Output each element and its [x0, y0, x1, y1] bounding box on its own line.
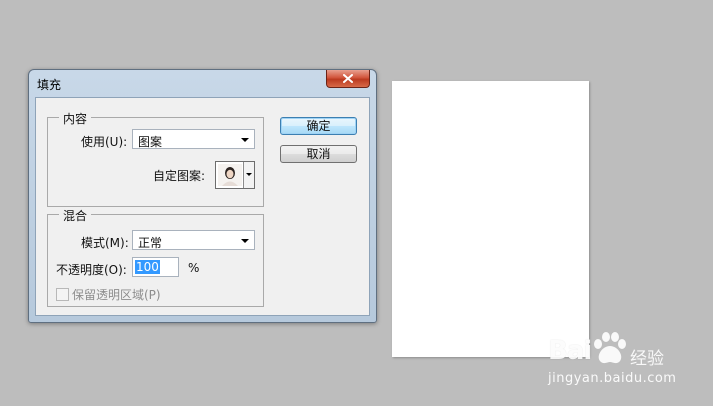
- ok-button[interactable]: 确定: [280, 117, 357, 135]
- opacity-input-value: 100: [135, 260, 160, 274]
- opacity-input[interactable]: 100: [132, 257, 179, 277]
- preserve-transparency-label: 保留透明区域(P): [72, 288, 161, 302]
- dialog-title: 填充: [37, 78, 62, 92]
- baidu-paw-icon: [594, 332, 626, 364]
- use-select-value: 图案: [138, 135, 163, 149]
- content-group: 内容 使用(U): 图案 自定图案:: [47, 110, 264, 207]
- watermark-brand-text: Bai: [548, 336, 592, 366]
- chevron-down-icon: [241, 138, 249, 142]
- use-label: 使用(U):: [81, 135, 128, 149]
- cancel-button[interactable]: 取消: [280, 145, 357, 163]
- pattern-thumbnail-portrait: [218, 164, 242, 186]
- preserve-transparency-option[interactable]: 保留透明区域(P): [56, 286, 161, 303]
- document-canvas[interactable]: [392, 81, 589, 357]
- blend-group: 混合 模式(M): 正常 不透明度(O): 100 % 保留透明区域(P): [47, 207, 264, 307]
- chevron-down-icon: [241, 239, 249, 243]
- watermark-jingyan-text: 经验: [630, 349, 664, 369]
- pattern-dropdown-arrow[interactable]: [243, 162, 254, 188]
- close-button[interactable]: [326, 70, 370, 88]
- use-select[interactable]: 图案: [132, 129, 255, 149]
- opacity-label: 不透明度(O):: [56, 263, 127, 277]
- opacity-unit: %: [188, 261, 200, 275]
- watermark-url: jingyan.baidu.com: [548, 371, 677, 386]
- content-group-legend: 内容: [59, 110, 92, 127]
- preserve-transparency-checkbox[interactable]: [56, 288, 69, 301]
- dialog-client-area: 内容 使用(U): 图案 自定图案: 混合 模式(M): 正常 不透明度(O):…: [35, 97, 370, 316]
- mode-label: 模式(M):: [81, 236, 129, 250]
- fill-dialog: 填充 内容 使用(U): 图案 自定图案: 混合 模式(M): 正常 不透明度(…: [28, 69, 377, 323]
- close-x-icon: [343, 74, 353, 83]
- mode-select-value: 正常: [138, 236, 163, 250]
- blend-group-legend: 混合: [59, 207, 92, 224]
- dialog-titlebar[interactable]: 填充: [29, 70, 376, 96]
- custom-pattern-label: 自定图案:: [153, 169, 206, 183]
- custom-pattern-picker[interactable]: [215, 161, 255, 189]
- mode-select[interactable]: 正常: [132, 230, 255, 250]
- baidu-jingyan-watermark: Bai 经验 jingyan.baidu.com: [548, 332, 708, 392]
